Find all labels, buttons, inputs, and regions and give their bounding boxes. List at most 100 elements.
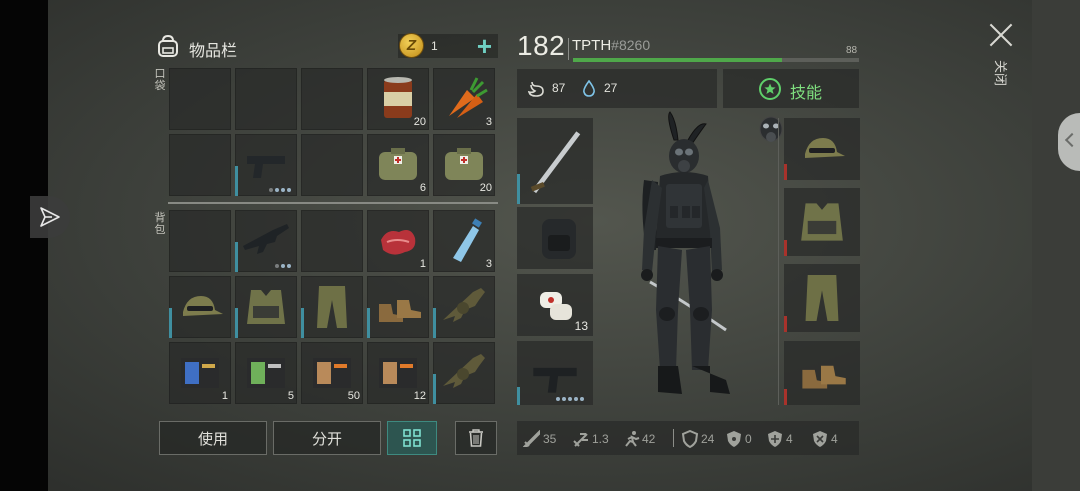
- durability-bar: [235, 242, 238, 272]
- close-label[interactable]: 关闭: [992, 60, 1008, 86]
- rifle-icon: [243, 224, 289, 254]
- armor-slot[interactable]: [784, 264, 860, 332]
- hunger-value: 87: [552, 81, 566, 95]
- grenade-launcher-icon: [443, 354, 485, 388]
- level-divider: [568, 38, 569, 60]
- backpack-slot[interactable]: 5: [235, 342, 297, 404]
- stat-item: 42: [622, 430, 655, 448]
- coin-balance: Z 1 +: [398, 31, 498, 61]
- stat-value: 4: [831, 432, 838, 446]
- armor-slot[interactable]: [784, 188, 860, 256]
- use-button[interactable]: 使用: [159, 421, 267, 455]
- grid-sort-icon: [403, 429, 421, 447]
- backpack-slot[interactable]: [235, 276, 297, 338]
- backpack-slot[interactable]: [169, 276, 231, 338]
- backpack-slot[interactable]: [433, 276, 495, 338]
- backpack-slot[interactable]: 3: [433, 210, 495, 272]
- send-icon: [40, 207, 60, 227]
- durability-bar: [517, 387, 520, 405]
- stat-item: 0: [725, 430, 752, 448]
- durability-bar: [235, 308, 238, 338]
- pocket-slot[interactable]: 20: [367, 68, 429, 130]
- pocket-slot[interactable]: [235, 68, 297, 130]
- stat-value: 4: [786, 432, 793, 446]
- pocket-slot[interactable]: 20: [433, 134, 495, 196]
- pocket-slot[interactable]: 6: [367, 134, 429, 196]
- item-count: 3: [485, 258, 492, 270]
- durability-bar: [784, 316, 787, 332]
- item-count: 20: [413, 116, 426, 128]
- backpack-slot[interactable]: [235, 210, 297, 272]
- backpack-slot[interactable]: [301, 210, 363, 272]
- durability-bar: [517, 174, 520, 204]
- pocket-slot[interactable]: [169, 134, 231, 196]
- backpack-label: 背包: [154, 212, 166, 236]
- backpack-slot[interactable]: [301, 276, 363, 338]
- inventory-header: 物品栏 Z 1 +: [153, 30, 498, 62]
- pocket-label: 口袋: [154, 68, 166, 92]
- pocket-slot[interactable]: [169, 68, 231, 130]
- item-count: 1: [221, 390, 228, 402]
- camo-vest-icon: [247, 290, 285, 324]
- gold-coin-icon: Z: [399, 33, 424, 58]
- backpack-icon: [158, 34, 178, 57]
- sort-button[interactable]: [387, 421, 437, 455]
- durability-bar: [367, 308, 370, 338]
- thirst-value: 27: [604, 81, 618, 95]
- camo-pants-icon: [805, 274, 839, 322]
- armor-slot[interactable]: [784, 118, 860, 180]
- armor-slot[interactable]: [784, 341, 860, 405]
- weapon-slot[interactable]: [517, 341, 593, 405]
- backpack-icon: [542, 219, 576, 259]
- gas-mask-icon: [759, 116, 783, 142]
- radiation-icon: [727, 431, 741, 447]
- skills-button[interactable]: 技能: [723, 69, 859, 108]
- camo-cap-icon: [183, 296, 223, 316]
- weapon-slot[interactable]: 13: [517, 274, 593, 336]
- ammo-dots: [556, 397, 584, 401]
- pocket-slot[interactable]: [301, 134, 363, 196]
- backpack-slot[interactable]: [367, 276, 429, 338]
- durability-bar: [235, 166, 238, 196]
- weapon-slot[interactable]: [517, 207, 593, 269]
- item-count: 12: [413, 390, 426, 402]
- backpack-slot[interactable]: 1: [169, 342, 231, 404]
- item-count: 5: [287, 390, 294, 402]
- trash-icon: [469, 429, 483, 447]
- camo-pants-icon: [317, 286, 347, 328]
- weapon-slot[interactable]: [517, 118, 593, 204]
- game-screen: 物品栏 Z 1 + 口袋 背包 20 3 6 20 1 3 1 5 50 12 使用 分开 18…: [0, 0, 1080, 491]
- camo-vest-icon: [801, 203, 843, 241]
- stat-value: 35: [543, 432, 557, 446]
- xp-max-value: 88: [846, 45, 858, 56]
- katana-icon: [530, 131, 581, 194]
- player-level: 182: [517, 30, 566, 61]
- floating-share-button[interactable]: [30, 196, 70, 238]
- attack-speed-icon: [573, 433, 588, 447]
- durability-bar: [433, 374, 436, 404]
- durability-bar: [301, 308, 304, 338]
- backpack-slot[interactable]: 50: [301, 342, 363, 404]
- close-icon[interactable]: [988, 22, 1014, 48]
- split-button[interactable]: 分开: [273, 421, 381, 455]
- player-name-text: TPTH: [572, 37, 612, 54]
- pocket-slot[interactable]: [235, 134, 297, 196]
- pocket-slot[interactable]: [301, 68, 363, 130]
- vitals-panel: 87 27: [517, 69, 717, 108]
- stat-item: 35: [523, 430, 556, 448]
- pocket-grid: 20 3 6 20: [169, 68, 495, 196]
- frost-shield-icon: [813, 431, 827, 447]
- stat-value: 42: [642, 432, 656, 446]
- backpack-slot[interactable]: [433, 342, 495, 404]
- backpack-slot[interactable]: [169, 210, 231, 272]
- add-coins-button[interactable]: +: [477, 31, 492, 62]
- item-count: 1: [419, 258, 426, 270]
- item-count: 20: [479, 182, 492, 194]
- pocket-slot[interactable]: 3: [433, 68, 495, 130]
- stat-value: 1.3: [592, 432, 609, 446]
- delete-button[interactable]: [455, 421, 497, 455]
- backpack-slot[interactable]: 1: [367, 210, 429, 272]
- durability-bar: [784, 240, 787, 256]
- backpack-slot[interactable]: 12: [367, 342, 429, 404]
- stomach-icon: [527, 81, 544, 97]
